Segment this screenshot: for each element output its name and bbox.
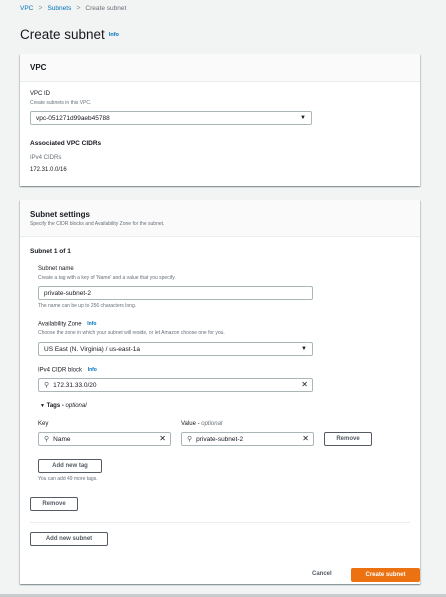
az-label-text: Availability Zone <box>38 321 82 328</box>
breadcrumb: VPC > Subnets > Create subnet <box>20 5 126 12</box>
search-icon: ⚲ <box>44 382 50 389</box>
cidr-label: IPv4 CIDR block Info <box>38 367 97 374</box>
tag-key-input[interactable]: ⚲ Name ✕ <box>38 432 171 446</box>
divider <box>30 522 410 523</box>
cidr-info-link[interactable]: Info <box>88 367 97 373</box>
breadcrumb-subnets-link[interactable]: Subnets <box>47 5 71 12</box>
page-title: Create subnet Info <box>20 27 119 42</box>
tag-key-value: Name <box>53 435 71 443</box>
vpc-id-value: vpc-051271d99aeb45788 <box>36 114 110 122</box>
subnet-settings-header: Subnet settings Specify the CIDR blocks … <box>20 200 420 237</box>
tags-hint: You can add 49 more tags. <box>38 476 98 482</box>
subnet-name-value: private-subnet-2 <box>44 289 91 297</box>
ipv4-cidr-value: 172.31.0.0/16 <box>30 167 67 173</box>
remove-tag-button[interactable]: Remove <box>324 432 372 446</box>
clear-icon[interactable]: ✕ <box>159 435 166 443</box>
vpc-id-select[interactable]: vpc-051271d99aeb45788 ▼ <box>30 111 312 125</box>
az-desc: Choose the zone in which your subnet wil… <box>38 330 225 336</box>
tag-value-label: Value - optional <box>181 421 222 427</box>
subnet-heading: Subnet 1 of 1 <box>30 248 71 255</box>
cancel-button[interactable]: Cancel <box>312 571 332 577</box>
search-icon: ⚲ <box>44 436 50 443</box>
cidr-label-text: IPv4 CIDR block <box>38 367 83 374</box>
az-info-link[interactable]: Info <box>87 321 96 327</box>
az-value: US East (N. Virginia) / us-east-1a <box>44 345 140 353</box>
breadcrumb-separator: > <box>76 5 81 12</box>
tags-optional: optional <box>65 403 87 409</box>
subnet-settings-panel: Subnet settings Specify the CIDR blocks … <box>20 200 420 584</box>
tag-value-value: private-subnet-2 <box>196 435 244 443</box>
associated-cidrs-title: Associated VPC CIDRs <box>30 140 102 147</box>
expand-triangle-icon: ▼ <box>40 403 45 409</box>
breadcrumb-current: Create subnet <box>85 5 127 12</box>
vpc-panel-header: VPC <box>20 54 420 82</box>
tag-key-label: Key <box>38 421 49 427</box>
add-new-subnet-button[interactable]: Add new subnet <box>30 532 108 546</box>
subnet-name-input[interactable]: private-subnet-2 <box>38 286 313 300</box>
vpc-panel-title: VPC <box>30 63 47 72</box>
tag-value-optional: optional <box>201 421 223 427</box>
search-icon: ⚲ <box>187 436 193 443</box>
tag-value-input[interactable]: ⚲ private-subnet-2 ✕ <box>181 432 314 446</box>
caret-down-icon: ▼ <box>301 346 307 352</box>
clear-icon[interactable]: ✕ <box>302 435 309 443</box>
ipv4-cidrs-label: IPv4 CIDRs <box>30 155 62 161</box>
subnet-name-label: Subnet name <box>38 266 74 272</box>
tag-value-label-text: Value <box>181 421 196 427</box>
breadcrumb-separator: > <box>38 5 43 12</box>
vpc-id-desc: Create subnets in this VPC. <box>30 100 92 106</box>
subnet-name-desc: Create a tag with a key of 'Name' and a … <box>38 275 176 281</box>
cidr-input[interactable]: ⚲ 172.31.33.0/20 ✕ <box>38 378 313 392</box>
remove-subnet-button[interactable]: Remove <box>30 497 78 511</box>
subnet-name-hint: The name can be up to 256 characters lon… <box>38 303 137 309</box>
breadcrumb-vpc-link[interactable]: VPC <box>20 5 33 12</box>
add-new-tag-button[interactable]: Add new tag <box>38 459 102 473</box>
clear-icon[interactable]: ✕ <box>301 381 308 389</box>
page-title-text: Create subnet <box>20 27 105 42</box>
subnet-settings-desc: Specify the CIDR blocks and Availability… <box>30 220 165 227</box>
caret-down-icon: ▼ <box>300 115 306 121</box>
vpc-panel: VPC VPC ID Create subnets in this VPC. v… <box>20 54 420 186</box>
tags-toggle[interactable]: ▼ Tags - optional <box>40 403 87 409</box>
az-label: Availability Zone Info <box>38 321 96 328</box>
cidr-value: 172.31.33.0/20 <box>53 381 97 389</box>
az-select[interactable]: US East (N. Virginia) / us-east-1a ▼ <box>38 342 313 356</box>
tags-toggle-label: Tags <box>46 403 61 409</box>
info-link[interactable]: Info <box>109 32 119 38</box>
subnet-settings-title: Subnet settings <box>30 209 91 219</box>
vpc-id-label: VPC ID <box>30 91 51 97</box>
create-subnet-button[interactable]: Create subnet <box>351 568 420 582</box>
